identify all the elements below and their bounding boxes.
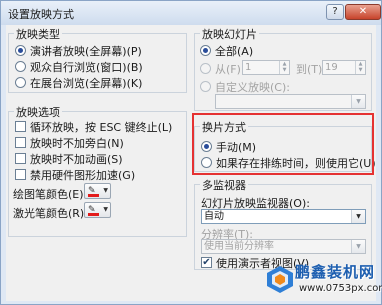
checkbox-no-narration[interactable]	[15, 137, 26, 148]
highlight-box	[192, 113, 374, 175]
show-type-title: 放映类型	[14, 26, 62, 42]
checkbox-disable-hw-accel[interactable]	[15, 169, 26, 180]
spinner-arrows-icon[interactable]: ▲ ▼	[279, 61, 289, 74]
chevron-down-icon[interactable]: ▼	[351, 95, 365, 108]
checkbox-presenter-view[interactable]: ✔	[201, 257, 212, 268]
radio-browse-window[interactable]	[15, 61, 26, 72]
radio-all-slides-label[interactable]: 全部(A)	[215, 43, 253, 59]
slides-title: 放映幻灯片	[200, 26, 259, 42]
resolution-value: 使用当前分辨率	[204, 241, 274, 252]
from-label: 从(F):	[215, 63, 245, 76]
to-value: 19	[325, 62, 338, 73]
checkbox-disable-hw-accel-label[interactable]: 禁用硬件图形加速(G)	[30, 167, 135, 183]
radio-browse-window-label[interactable]: 观众自行浏览(窗口)(B)	[30, 59, 143, 75]
title-bar[interactable]: 设置放映方式 ? ✕	[1, 1, 381, 25]
watermark-url: www.0753px.com	[299, 283, 382, 294]
radio-slide-range[interactable]	[200, 63, 211, 74]
show-options-title: 放映选项	[14, 104, 62, 120]
pen-color-swatch	[88, 194, 99, 197]
radio-all-slides[interactable]	[200, 45, 211, 56]
chevron-down-icon: ▼	[103, 187, 108, 194]
radio-kiosk-label[interactable]: 在展台浏览(全屏幕)(K)	[30, 75, 142, 91]
checkbox-loop-label[interactable]: 循环放映，按 ESC 键终止(L)	[30, 119, 172, 135]
spinner-arrows-icon[interactable]: ▲ ▼	[355, 61, 365, 74]
multi-monitor-title: 多监视器	[200, 177, 248, 193]
monitor-dropdown[interactable]: 自动 ▼	[201, 209, 366, 224]
brand-logo-icon	[267, 266, 293, 293]
to-spinner[interactable]: 19 ▲ ▼	[322, 60, 366, 75]
radio-custom-show[interactable]	[200, 81, 211, 92]
checkbox-loop[interactable]	[15, 121, 26, 132]
chevron-down-icon[interactable]: ▼	[351, 240, 365, 253]
custom-show-label: 自定义放映(C):	[215, 81, 290, 94]
pen-color-label: 绘图笔颜色(E):	[13, 188, 88, 201]
chevron-down-icon[interactable]: ▼	[351, 210, 365, 223]
radio-presenter[interactable]	[15, 45, 26, 56]
checkbox-no-narration-label[interactable]: 放映时不加旁白(N)	[30, 135, 124, 151]
close-button[interactable]: ✕	[345, 4, 381, 20]
resolution-dropdown[interactable]: 使用当前分辨率 ▼	[201, 239, 366, 254]
from-value: 1	[245, 62, 252, 73]
checkbox-no-animation[interactable]	[15, 153, 26, 164]
checkbox-no-animation-label[interactable]: 放映时不加动画(S)	[30, 151, 123, 167]
help-button[interactable]: ?	[326, 4, 344, 20]
chevron-down-icon: ▼	[103, 206, 108, 213]
monitor-value: 自动	[204, 211, 224, 222]
pen-color-button[interactable]: ✎ ▼	[84, 183, 111, 199]
window-title: 设置放映方式	[8, 8, 74, 21]
laser-color-swatch	[88, 213, 99, 216]
custom-show-dropdown[interactable]: ▼	[215, 94, 366, 109]
laser-color-button[interactable]: ✎ ▼	[84, 202, 111, 218]
laser-color-label: 激光笔颜色(R):	[13, 207, 88, 220]
watermark-brand: 鹏鑫装机网	[295, 263, 376, 281]
from-spinner[interactable]: 1 ▲ ▼	[242, 60, 290, 75]
radio-presenter-label[interactable]: 演讲者放映(全屏幕)(P)	[30, 43, 142, 59]
watermark: 鹏鑫装机网 www.0753px.com	[265, 260, 382, 300]
dialog-window: 设置放映方式 ? ✕ 放映类型 演讲者放映(全屏幕)(P) 观众自行浏览(窗口)…	[0, 0, 382, 305]
radio-kiosk[interactable]	[15, 77, 26, 88]
